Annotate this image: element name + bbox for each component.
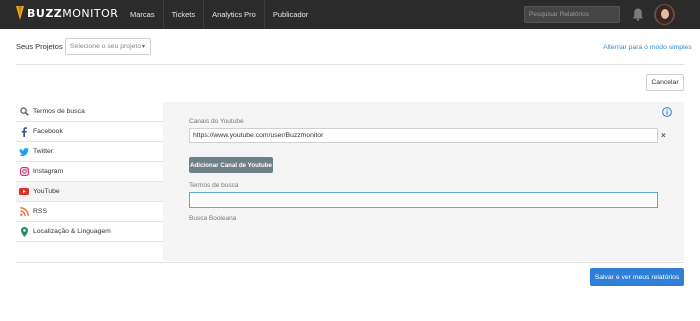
brand-logo[interactable]: BUZZMONITOR: [16, 6, 118, 20]
sidebar-item-facebook[interactable]: Facebook: [16, 122, 163, 142]
nav-publicador[interactable]: Publicador: [265, 0, 316, 29]
cancel-button[interactable]: Cancelar: [646, 74, 684, 91]
remove-channel-icon[interactable]: ×: [661, 131, 666, 140]
project-select[interactable]: Selecione o seu projeto ▾: [65, 38, 151, 55]
divider: [16, 262, 684, 263]
info-icon[interactable]: [662, 107, 672, 117]
sidebar-item-label: Localização & Linguagem: [33, 228, 111, 235]
youtube-settings-panel: [163, 102, 684, 261]
sidebar-item-label: Facebook: [33, 128, 63, 135]
sidebar-item-youtube[interactable]: YouTube: [16, 182, 163, 202]
sidebar-item-localizacao-linguagem[interactable]: Localização & Linguagem: [16, 222, 163, 242]
avatar[interactable]: [654, 4, 675, 25]
bell-icon[interactable]: [632, 8, 644, 21]
instagram-icon: [19, 167, 29, 177]
twitter-icon: [19, 147, 29, 157]
brand-name-bold: BUZZ: [27, 6, 63, 20]
save-button[interactable]: Salvar e ver meus relatórios: [590, 268, 684, 286]
sidebar-item-termos-de-busca[interactable]: Termos de busca: [16, 102, 163, 122]
search-terms-input[interactable]: [189, 192, 658, 208]
simple-mode-link[interactable]: Alternar para o modo simples: [603, 44, 692, 51]
sidebar-item-label: RSS: [33, 208, 47, 215]
youtube-icon: [19, 187, 29, 197]
divider: [16, 64, 684, 65]
sidebar-item-label: YouTube: [33, 188, 60, 195]
location-pin-icon: [19, 226, 29, 237]
rss-icon: [19, 207, 29, 217]
chevron-down-icon: ▾: [141, 44, 145, 50]
search-icon: [19, 107, 29, 117]
project-select-placeholder: Selecione o seu projeto: [70, 43, 142, 50]
sidebar-item-twitter[interactable]: Twitter: [16, 142, 163, 162]
brand-logo-icon: [16, 6, 24, 20]
nav-tickets[interactable]: Tickets: [164, 0, 205, 29]
brand-name: BUZZMONITOR: [27, 7, 118, 20]
brand-name-rest: MONITOR: [62, 6, 119, 20]
search-terms-label: Termos de busca: [189, 182, 239, 189]
youtube-channel-input[interactable]: https://www.youtube.com/user/Buzzmonitor: [189, 128, 658, 143]
sidebar-item-label: Twitter: [33, 148, 54, 155]
projects-label: Seus Projetos: [16, 42, 63, 51]
facebook-icon: [19, 126, 29, 137]
sidebar-item-rss[interactable]: RSS: [16, 202, 163, 222]
boolean-search-label[interactable]: Busca Booleana: [189, 215, 236, 222]
youtube-channels-label: Canais do Youtube: [189, 118, 244, 125]
sidebar-item-label: Termos de busca: [33, 108, 85, 115]
nav-analytics-pro[interactable]: Analytics Pro: [204, 0, 265, 29]
nav-marcas[interactable]: Marcas: [122, 0, 164, 29]
sidebar-item-instagram[interactable]: Instagram: [16, 162, 163, 182]
sidebar-item-label: Instagram: [33, 168, 64, 175]
sidebar: Termos de busca Facebook Twitter Instagr…: [16, 102, 163, 242]
main-nav: Marcas Tickets Analytics Pro Publicador: [122, 0, 316, 29]
add-youtube-channel-button[interactable]: Adicionar Canal de Youtube: [189, 157, 273, 173]
top-navbar: BUZZMONITOR Marcas Tickets Analytics Pro…: [0, 0, 700, 29]
avatar-face: [661, 9, 669, 19]
report-search-input[interactable]: Pesquisar Relatórios: [524, 6, 620, 23]
